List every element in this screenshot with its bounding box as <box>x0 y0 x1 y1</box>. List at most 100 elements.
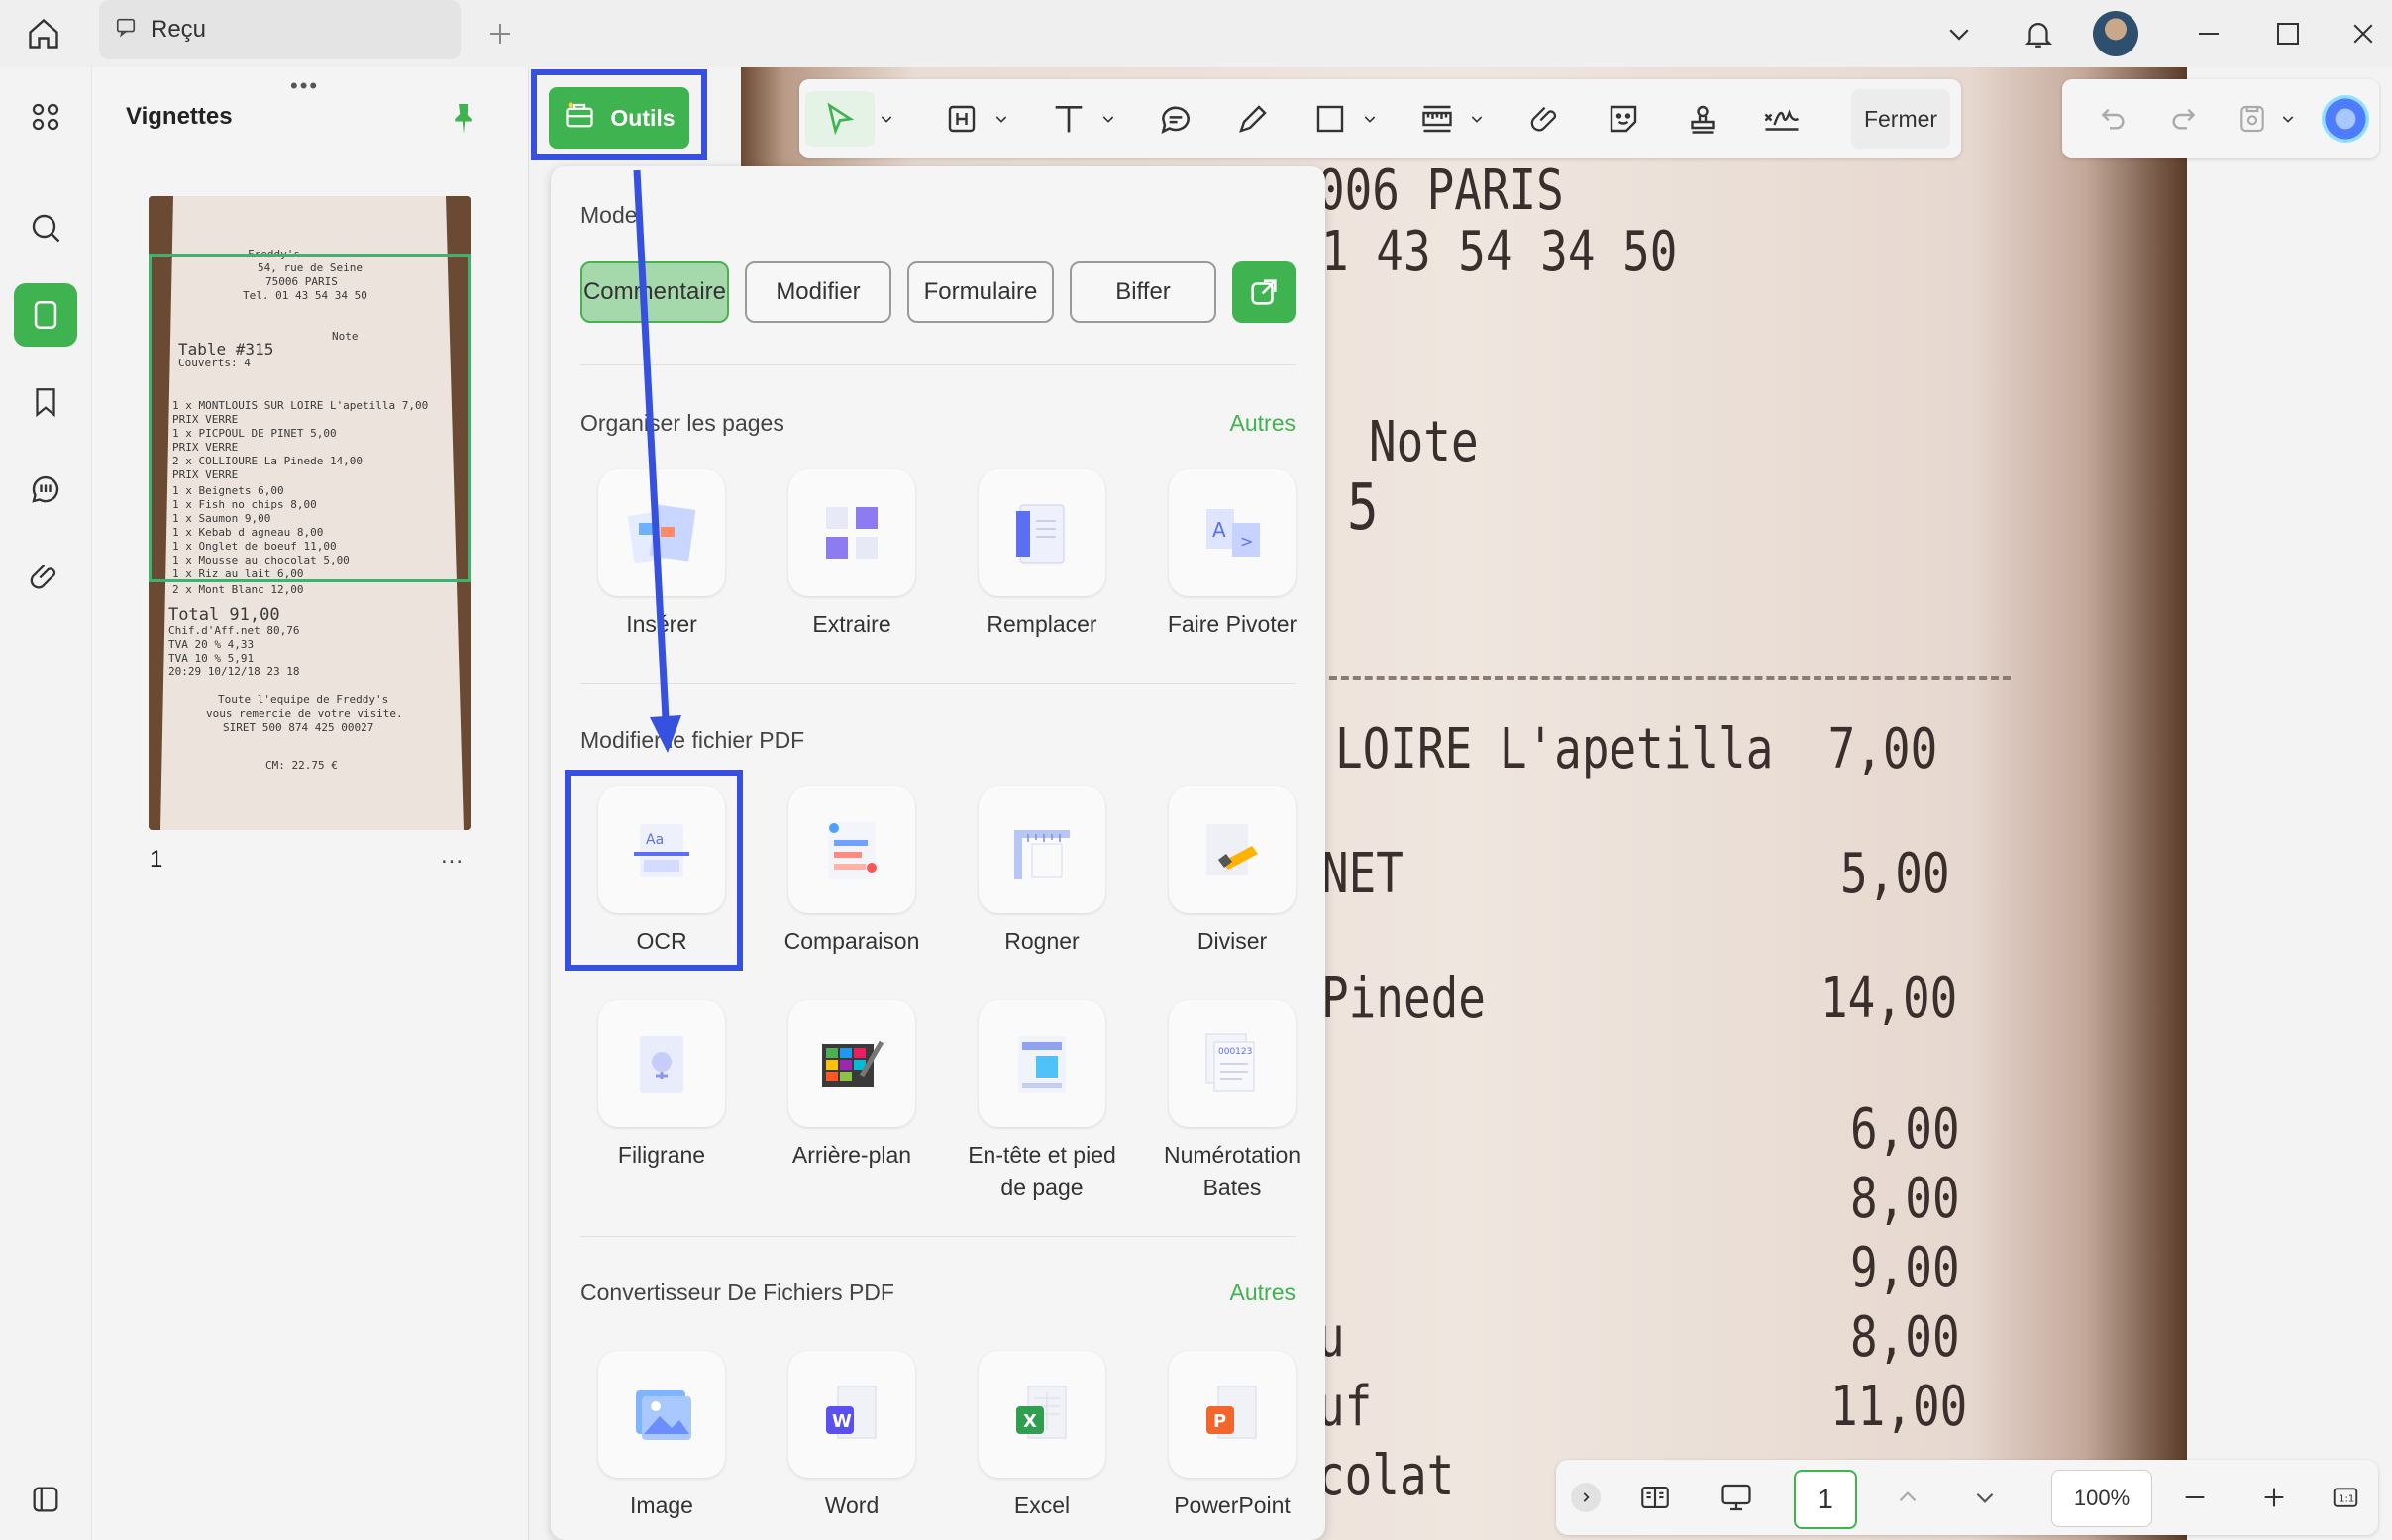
chevron-up-icon[interactable] <box>1883 1470 1932 1525</box>
plus-icon[interactable] <box>476 10 524 57</box>
mode-commentaire-button[interactable]: Commentaire <box>580 261 729 323</box>
text-tool-icon[interactable] <box>1041 91 1096 147</box>
attachment-icon[interactable] <box>14 545 77 608</box>
mode-modifier-button[interactable]: Modifier <box>745 261 891 323</box>
chevron-down-icon[interactable] <box>1096 91 1120 147</box>
receipt-line: 1 43 54 34 50 <box>1321 220 1677 284</box>
search-icon[interactable] <box>14 196 77 259</box>
tool-crop[interactable]: Rogner <box>953 786 1131 958</box>
mode-section-title: Mode <box>580 202 638 229</box>
crop-icon <box>979 786 1105 913</box>
annotation-highlight <box>531 69 707 160</box>
tool-header-footer[interactable]: En-tête et pied de page <box>953 1000 1131 1204</box>
reading-mode-icon[interactable] <box>1627 1470 1683 1525</box>
mode-formulaire-button[interactable]: Formulaire <box>907 261 1054 323</box>
thumbnail-panel: ••• Vignettes Freddy's 54, rue de Seine … <box>92 67 529 1540</box>
chevron-down-icon[interactable] <box>2276 91 2300 147</box>
history-toolbar <box>2062 79 2379 158</box>
ai-assistant-icon[interactable] <box>2318 91 2373 147</box>
zoom-in-icon[interactable] <box>2249 1470 2299 1525</box>
excel-icon: X <box>979 1351 1105 1478</box>
stamp-icon[interactable] <box>1675 91 1730 147</box>
receipt-line: 5,00 <box>1840 842 1950 906</box>
comments-icon[interactable] <box>14 458 77 521</box>
thumbnails-icon[interactable] <box>14 283 77 347</box>
organize-more-link[interactable]: Autres <box>1230 410 1296 437</box>
measure-tool-icon[interactable] <box>1409 91 1465 147</box>
page-number-input[interactable]: 1 <box>1794 1470 1857 1529</box>
actual-size-icon[interactable]: 1:1 <box>2321 1470 2370 1525</box>
convert-powerpoint[interactable]: P PowerPoint <box>1143 1351 1321 1522</box>
insert-icon <box>598 469 725 596</box>
close-toolbar-button[interactable]: Fermer <box>1851 89 1950 149</box>
svg-text:TVA 20 % 4,33: TVA 20 % 4,33 <box>168 638 254 651</box>
tool-label: Remplacer <box>953 608 1131 641</box>
convert-word[interactable]: W Word <box>763 1351 941 1522</box>
pencil-icon[interactable] <box>1225 91 1281 147</box>
tool-background[interactable]: Arrière-plan <box>763 1000 941 1172</box>
mode-biffer-button[interactable]: Biffer <box>1070 261 1216 323</box>
watermark-icon <box>598 1000 725 1127</box>
presentation-icon[interactable] <box>1709 1470 1764 1525</box>
title-bar: Reçu <box>0 0 2392 67</box>
receipt-line: 006 PARIS <box>1317 158 1564 223</box>
maximize-icon[interactable] <box>2264 10 2312 57</box>
attachment-icon[interactable] <box>1518 91 1574 147</box>
grid-icon[interactable] <box>14 85 77 149</box>
tool-label: En-tête et pied de page <box>953 1139 1131 1204</box>
tool-bates[interactable]: 000123 Numérotation Bates <box>1143 1000 1321 1204</box>
chevron-down-icon[interactable] <box>875 91 898 147</box>
receipt-line: 8,00 <box>1850 1305 1960 1370</box>
chevron-right-icon[interactable] <box>1566 1470 1606 1525</box>
tool-split[interactable]: Diviser <box>1143 786 1321 958</box>
receipt-line: uf <box>1317 1375 1372 1439</box>
highlight-tool-icon[interactable] <box>934 91 989 147</box>
more-options-icon[interactable]: ... <box>441 842 464 870</box>
svg-text:1:1: 1:1 <box>2339 1493 2354 1504</box>
signature-icon[interactable] <box>1752 91 1812 147</box>
pin-icon[interactable] <box>449 101 478 142</box>
sticker-icon[interactable] <box>1596 91 1651 147</box>
annotation-highlight <box>565 770 743 971</box>
convert-more-link[interactable]: Autres <box>1230 1280 1296 1306</box>
minimize-icon[interactable] <box>2185 10 2233 57</box>
tool-rotate[interactable]: A> Faire Pivoter <box>1143 469 1321 641</box>
tool-watermark[interactable]: Filigrane <box>572 1000 751 1172</box>
tool-insert[interactable]: Insérer <box>572 469 751 641</box>
chevron-down-icon[interactable] <box>989 91 1013 147</box>
divider <box>1317 676 2011 680</box>
tool-label: Faire Pivoter <box>1143 608 1321 641</box>
select-tool[interactable] <box>805 91 875 147</box>
redo-icon[interactable] <box>2159 91 2207 147</box>
tool-compare[interactable]: Comparaison <box>763 786 941 958</box>
save-icon[interactable] <box>2229 91 2276 147</box>
zoom-level[interactable]: 100% <box>2051 1470 2152 1527</box>
zoom-out-icon[interactable] <box>2170 1470 2220 1525</box>
undo-icon[interactable] <box>2090 91 2137 147</box>
shape-tool-icon[interactable] <box>1302 91 1358 147</box>
close-icon[interactable] <box>2340 10 2387 57</box>
open-external-icon[interactable] <box>1232 261 1296 323</box>
tool-extract[interactable]: Extraire <box>763 469 941 641</box>
note-tool-icon[interactable] <box>1148 91 1203 147</box>
receipt-line: 8,00 <box>1850 1167 1960 1231</box>
convert-excel[interactable]: X Excel <box>953 1351 1131 1522</box>
chevron-down-icon[interactable] <box>1358 91 1382 147</box>
extract-icon <box>788 469 915 596</box>
svg-text:A: A <box>1212 518 1226 542</box>
receipt-line: Pinede <box>1321 967 1486 1031</box>
sidebar-toggle-icon[interactable] <box>14 1468 77 1531</box>
tool-replace[interactable]: Remplacer <box>953 469 1131 641</box>
avatar[interactable] <box>2092 10 2139 57</box>
home-icon[interactable] <box>20 10 67 57</box>
bookmark-icon[interactable] <box>14 370 77 434</box>
document-tab[interactable]: Reçu <box>99 0 461 59</box>
chevron-down-icon[interactable] <box>1960 1470 2010 1525</box>
drag-handle[interactable]: ••• <box>290 73 319 99</box>
split-icon <box>1169 786 1296 913</box>
bell-icon[interactable] <box>2015 10 2062 57</box>
chevron-down-icon[interactable] <box>1465 91 1489 147</box>
chevron-down-icon[interactable] <box>1935 10 1983 57</box>
convert-image[interactable]: Image <box>572 1351 751 1522</box>
svg-text:X: X <box>1023 1411 1037 1432</box>
